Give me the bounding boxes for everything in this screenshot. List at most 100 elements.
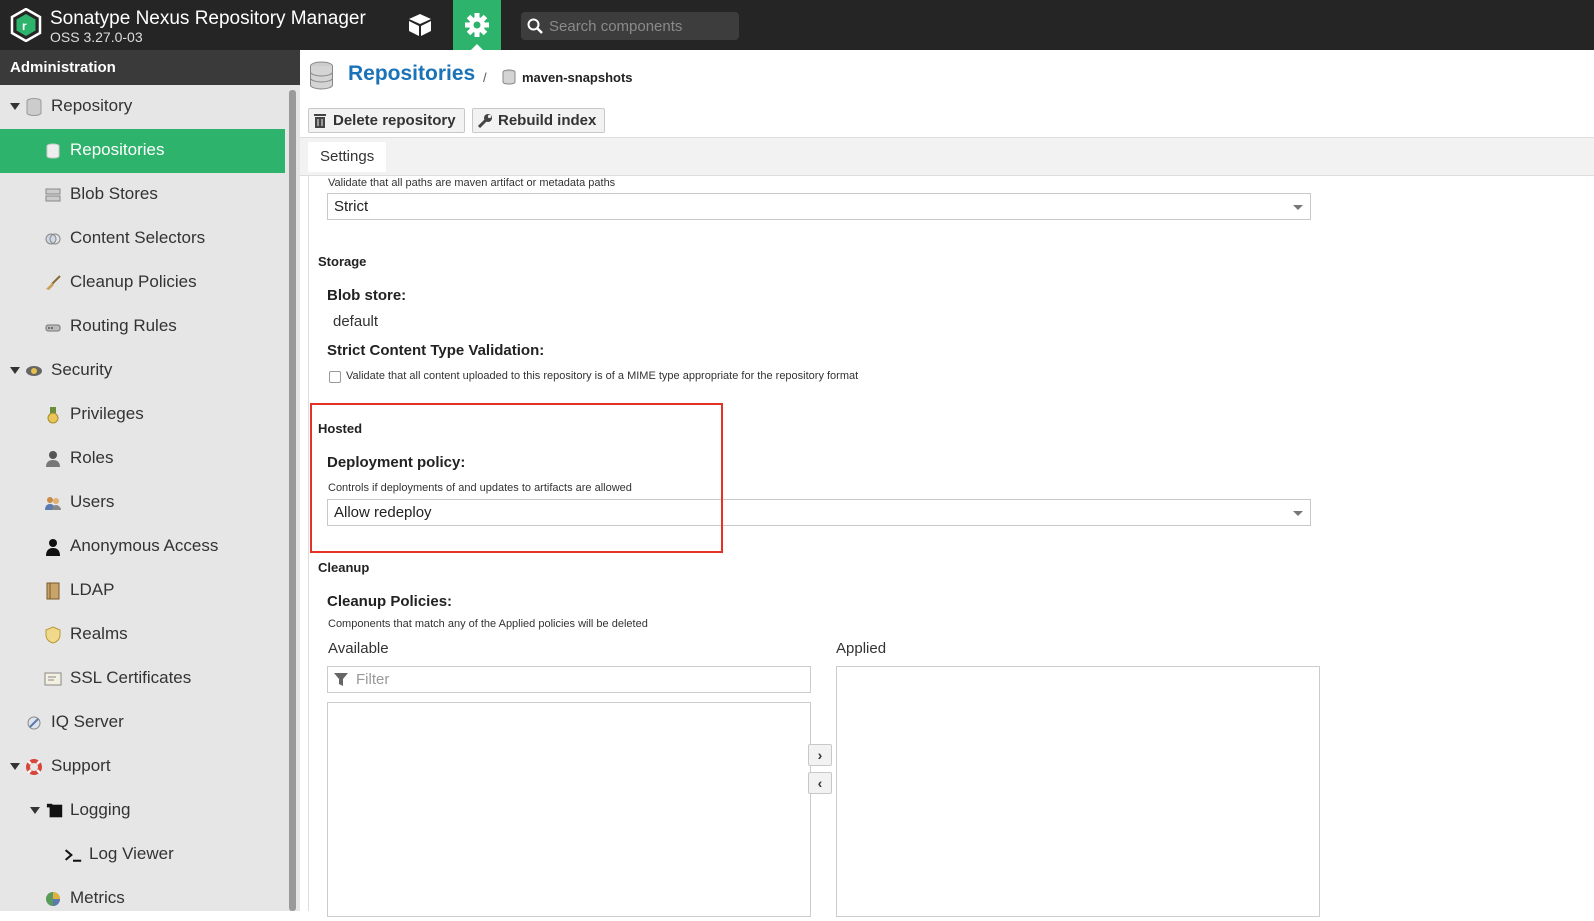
sidebar-item-label: Privileges: [70, 404, 144, 423]
scroll-icon: [46, 802, 64, 820]
sidebar-item-ldap[interactable]: LDAP: [0, 569, 285, 613]
highlight-annotation: [310, 403, 723, 553]
storage-section-title: Storage: [318, 254, 367, 269]
certificate-icon: [44, 670, 62, 688]
filter-icon: [334, 672, 348, 686]
sidebar-item-cleanup-policies[interactable]: Cleanup Policies: [0, 261, 285, 305]
move-right-button[interactable]: ›: [808, 744, 832, 766]
blob-store-value: default: [333, 313, 379, 330]
sidebar-item-anonymous-access[interactable]: Anonymous Access: [0, 525, 285, 569]
sidebar-item-logging[interactable]: Logging: [0, 789, 285, 833]
eye-icon: [25, 362, 43, 380]
search-icon: [527, 18, 543, 34]
rebuild-index-button[interactable]: Rebuild index: [472, 108, 606, 133]
admin-button[interactable]: [453, 0, 501, 50]
expand-triangle-icon[interactable]: [30, 807, 40, 814]
sidebar-item-label: Metrics: [70, 888, 125, 907]
sidebar-item-label: Logging: [70, 800, 131, 819]
delete-repository-button[interactable]: Delete repository: [308, 108, 465, 133]
trash-icon: [314, 114, 326, 128]
search-box[interactable]: [521, 12, 739, 40]
applied-label: Applied: [836, 640, 887, 657]
sidebar-item-log-viewer[interactable]: Log Viewer: [0, 833, 285, 877]
strict-content-help: Validate that all content uploaded to th…: [346, 370, 859, 382]
app-title: Sonatype Nexus Repository Manager: [50, 8, 366, 29]
sidebar-item-ssl-certificates[interactable]: SSL Certificates: [0, 657, 285, 701]
sidebar-item-support[interactable]: Support: [0, 745, 285, 789]
chevron-left-icon: ‹: [817, 775, 823, 791]
sidebar-item-content-selectors[interactable]: Content Selectors: [0, 217, 285, 261]
layout-policy-value: Strict: [334, 198, 369, 215]
strict-content-label: Strict Content Type Validation:: [327, 342, 545, 359]
role-icon: [44, 450, 62, 468]
sidebar-scrollbar[interactable]: [289, 90, 296, 911]
database-icon: [25, 98, 43, 116]
sidebar-item-repositories[interactable]: Repositories: [0, 129, 285, 173]
database-icon: [309, 61, 334, 95]
sidebar-item-repository[interactable]: Repository: [0, 85, 285, 129]
sidebar-item-label: Cleanup Policies: [70, 272, 197, 291]
book-icon: [44, 582, 62, 600]
cleanup-policies-label: Cleanup Policies:: [327, 593, 453, 610]
lifebuoy-icon: [25, 758, 43, 776]
breadcrumb-current: maven-snapshots: [522, 70, 633, 85]
sidebar-item-label: Content Selectors: [70, 228, 206, 247]
wrench-icon: [477, 113, 492, 128]
blob-store-label: Blob store:: [327, 287, 407, 304]
breadcrumb: Repositories / maven-snapshots: [300, 50, 1594, 100]
sidebar-item-iq-server[interactable]: IQ Server: [0, 701, 285, 745]
layout-policy-select[interactable]: Strict: [327, 193, 1311, 220]
sidebar-item-roles[interactable]: Roles: [0, 437, 285, 481]
pie-chart-icon: [44, 890, 62, 908]
search-input[interactable]: [549, 17, 729, 35]
expand-triangle-icon[interactable]: [10, 367, 20, 374]
breadcrumb-root-link[interactable]: Repositories: [348, 62, 475, 86]
delete-repository-label: Delete repository: [333, 112, 456, 129]
database-icon: [44, 142, 62, 160]
sidebar-item-label: Routing Rules: [70, 316, 177, 335]
cleanup-section-title: Cleanup: [318, 560, 370, 575]
sidebar-item-label: LDAP: [70, 580, 115, 599]
selector-icon: [44, 230, 62, 248]
rebuild-index-label: Rebuild index: [498, 112, 597, 129]
sidebar-item-realms[interactable]: Realms: [0, 613, 285, 657]
browse-button[interactable]: [394, 0, 446, 50]
sidebar-item-privileges[interactable]: Privileges: [0, 393, 285, 437]
user-icon: [44, 538, 62, 556]
router-icon: [44, 318, 62, 336]
nexus-logo-icon[interactable]: r: [10, 8, 42, 42]
sidebar-item-label: Support: [51, 756, 111, 775]
broom-icon: [44, 274, 62, 292]
tab-settings[interactable]: Settings: [308, 142, 387, 172]
sidebar-item-routing-rules[interactable]: Routing Rules: [0, 305, 285, 349]
applied-policies-list[interactable]: [836, 666, 1320, 917]
sidebar-item-label: IQ Server: [51, 712, 124, 731]
iq-icon: [25, 714, 43, 732]
sidebar-item-security[interactable]: Security: [0, 349, 285, 393]
app-version: OSS 3.27.0-03: [50, 29, 143, 45]
sidebar-item-users[interactable]: Users: [0, 481, 285, 525]
server-icon: [44, 186, 62, 204]
svg-text:r: r: [22, 19, 27, 33]
shield-icon: [44, 626, 62, 644]
sidebar-item-label: Blob Stores: [70, 184, 158, 203]
available-policies-list[interactable]: [327, 702, 811, 917]
expand-triangle-icon[interactable]: [10, 763, 20, 770]
sidebar-item-label: Realms: [70, 624, 128, 643]
database-icon: [502, 69, 516, 90]
sidebar-item-label: Repository: [51, 96, 133, 115]
sidebar-title: Administration: [0, 50, 300, 85]
move-left-button[interactable]: ‹: [808, 772, 832, 794]
sidebar-item-blob-stores[interactable]: Blob Stores: [0, 173, 285, 217]
strict-content-checkbox[interactable]: [329, 371, 341, 383]
layout-policy-help: Validate that all paths are maven artifa…: [328, 177, 616, 189]
filter-field[interactable]: Filter: [327, 666, 811, 693]
gear-icon: [465, 13, 489, 37]
terminal-icon: [64, 846, 82, 864]
expand-triangle-icon[interactable]: [10, 103, 20, 110]
cube-icon: [409, 14, 431, 36]
cleanup-policies-help: Components that match any of the Applied…: [328, 618, 648, 630]
sidebar-item-metrics[interactable]: Metrics: [0, 877, 285, 921]
sidebar-item-label: Repositories: [70, 140, 165, 159]
medal-icon: [44, 406, 62, 424]
